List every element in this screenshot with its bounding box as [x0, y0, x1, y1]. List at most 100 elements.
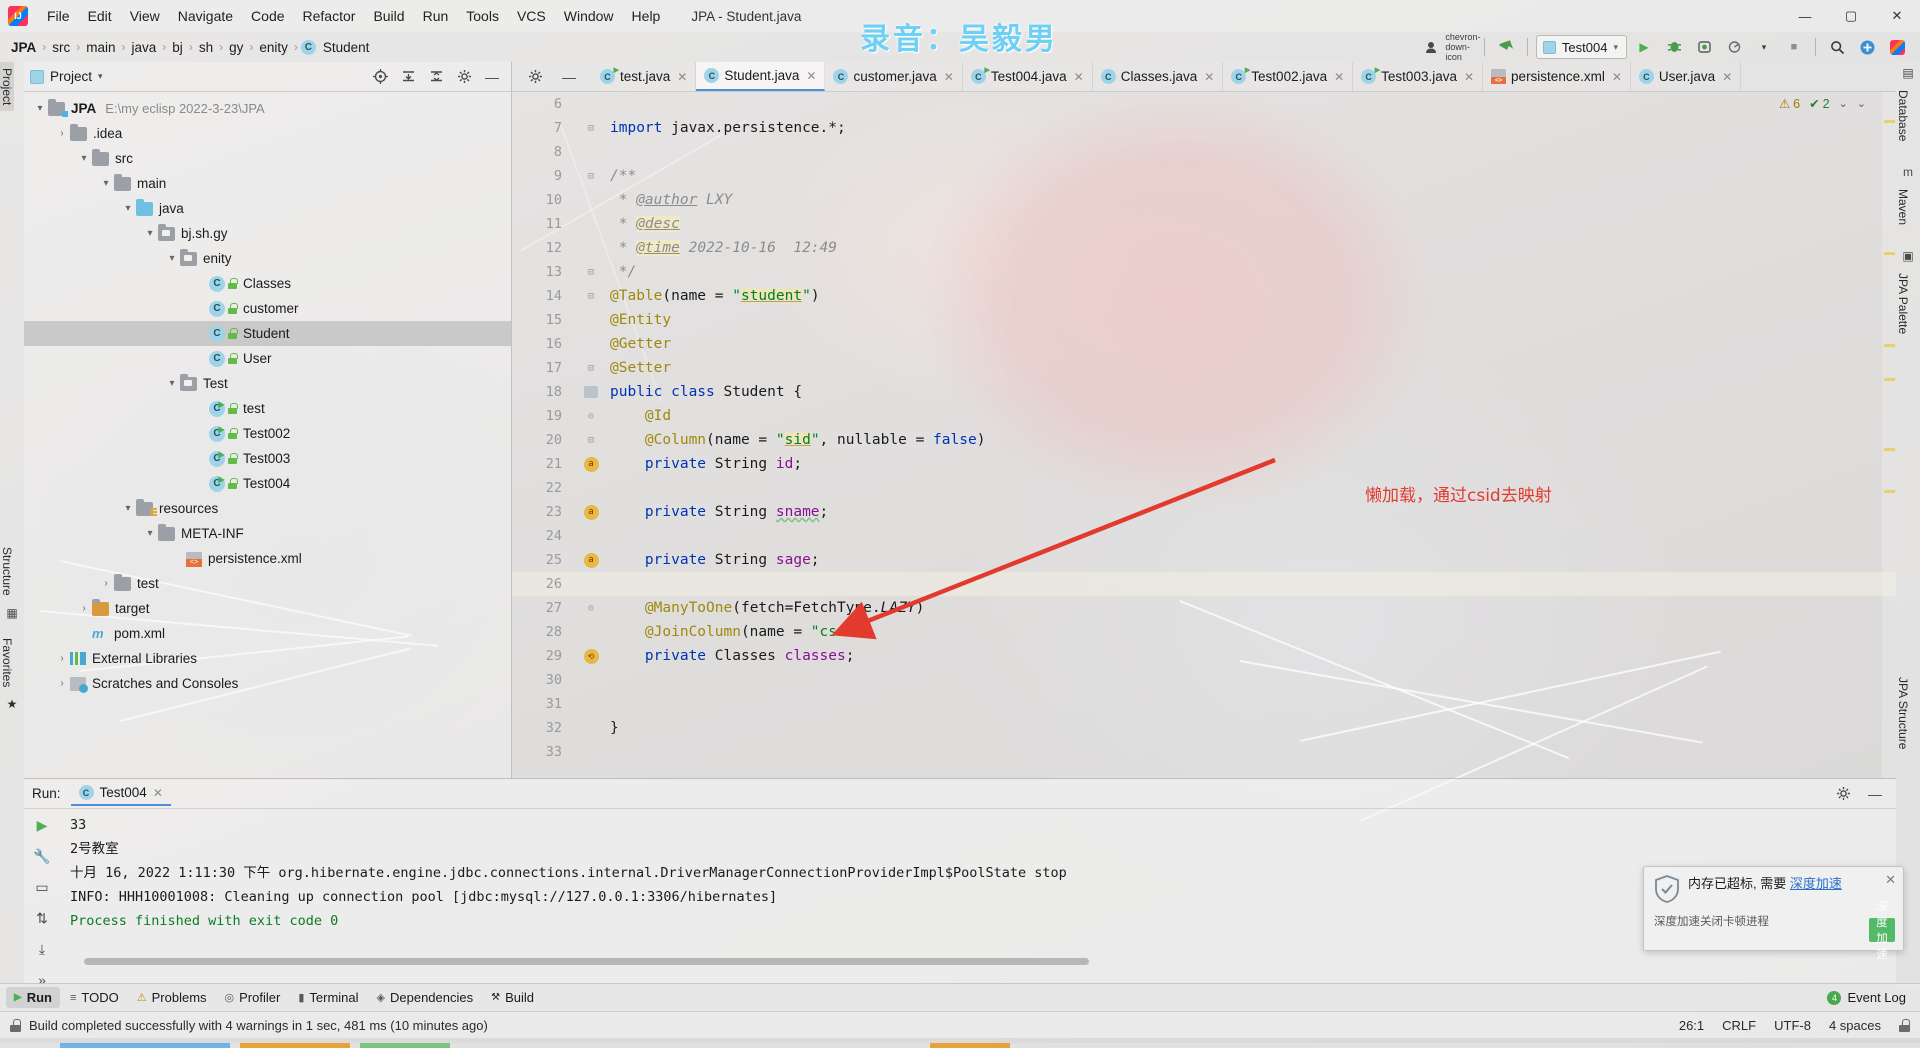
console-horizontal-scrollbar[interactable] — [84, 958, 1864, 965]
code-line[interactable]: 8 — [512, 140, 1896, 164]
maximize-button[interactable]: ▢ — [1828, 1, 1874, 32]
right-tool-rail[interactable]: ▤ Database m Maven ▣ JPA Palette JPA Str… — [1896, 62, 1920, 988]
bottom-tool-bar[interactable]: ▶ Run ≡ TODO ⚠ Problems ◎ Profiler ▮ Ter… — [0, 983, 1920, 1011]
ok-count[interactable]: ✔ 2 — [1809, 96, 1829, 112]
run-button[interactable]: ▶ — [1631, 35, 1657, 59]
editor-tab-classes-java[interactable]: C Classes.java ✕ — [1093, 62, 1224, 91]
bottom-tool-build[interactable]: ⚒ Build — [483, 987, 542, 1008]
editor-tab-student-java[interactable]: C Student.java ✕ — [696, 62, 826, 91]
close-icon[interactable]: ✕ — [944, 70, 954, 84]
chevron-down-icon[interactable]: ⌄ — [1839, 97, 1848, 110]
run-tool-window[interactable]: Run: C Test004 ✕ — ▶ 🔧 ▭ ⇅ ⤓ » 33 2号教室 十… — [24, 778, 1896, 988]
jpa-entity-gutter-icon[interactable] — [572, 386, 610, 398]
code-line[interactable]: 15 @Entity — [512, 308, 1896, 332]
fold-icon[interactable]: ⊝ — [572, 411, 610, 422]
breadcrumb-bj[interactable]: bj — [169, 39, 186, 56]
locate-target-icon[interactable] — [367, 65, 393, 89]
status-right[interactable]: 26:1 CRLF UTF-8 4 spaces — [1679, 1018, 1910, 1033]
close-icon[interactable]: ✕ — [1885, 872, 1896, 888]
tree-node-enity[interactable]: ▾ enity — [24, 246, 511, 271]
close-icon[interactable]: ✕ — [1074, 70, 1084, 84]
bottom-tool-todo[interactable]: ≡ TODO — [62, 987, 127, 1008]
hide-panel-icon[interactable]: — — [479, 65, 505, 89]
indent-setting[interactable]: 4 spaces — [1829, 1018, 1881, 1033]
chevron-down-icon[interactable]: ▾ — [32, 103, 48, 114]
filter-icon[interactable]: ⇅ — [30, 910, 54, 927]
breadcrumb[interactable]: JPA › src › main › java › bj › sh › gy ›… — [8, 39, 372, 56]
status-bar[interactable]: Build completed successfully with 4 warn… — [0, 1011, 1920, 1038]
code-line[interactable]: 20 ⊟ @Column(name = "sid", nullable = fa… — [512, 428, 1896, 452]
ide-icon[interactable] — [1884, 35, 1910, 59]
project-panel-toolbar[interactable]: — — [367, 65, 505, 89]
tree-node-test[interactable]: C ▶ test — [24, 396, 511, 421]
relation-gutter-icon[interactable]: ⟲ — [572, 648, 610, 664]
project-tool-window[interactable]: Project ▾ — ▾ JPA E:\my eclisp 2022-3-23… — [24, 62, 512, 778]
inspection-menu-icon[interactable]: ⌄ — [1857, 97, 1866, 110]
left-tool-rail[interactable]: Project Structure ▦ Favorites ★ — [0, 62, 24, 988]
notification-toast[interactable]: ✕ 内存已超标, 需要 深度加速 深度加速关闭卡顿进程 深度加速 — [1643, 866, 1904, 961]
code-line[interactable]: 31 — [512, 692, 1896, 716]
code-line[interactable]: 28 @JoinColumn(name = "csid") — [512, 620, 1896, 644]
editor-tab-test003-java[interactable]: C Test003.java ✕ — [1353, 62, 1484, 91]
user-icon[interactable] — [1420, 35, 1446, 59]
code-line[interactable]: 33 — [512, 740, 1896, 764]
editor-tab-persistence-xml[interactable]: persistence.xml ✕ — [1483, 62, 1631, 91]
tree-node-resources[interactable]: ▾ resources — [24, 496, 511, 521]
breadcrumb-src[interactable]: src — [49, 39, 73, 56]
breadcrumb-gy[interactable]: gy — [226, 39, 246, 56]
editor-tab-bar[interactable]: — C test.java ✕ C Student.java ✕ C custo… — [512, 62, 1896, 92]
fold-icon[interactable]: ⊟ — [572, 171, 610, 182]
bottom-tool-problems[interactable]: ⚠ Problems — [129, 987, 215, 1008]
close-icon[interactable]: ✕ — [153, 786, 163, 800]
file-encoding[interactable]: UTF-8 — [1774, 1018, 1811, 1033]
tree-node-java[interactable]: ▾ java — [24, 196, 511, 221]
menu-window[interactable]: Window — [555, 4, 623, 28]
rerun-button[interactable]: ▶ — [30, 817, 54, 834]
breadcrumb-student[interactable]: Student — [320, 39, 373, 56]
code-line[interactable]: 23 a private String sname; — [512, 500, 1896, 524]
project-tree[interactable]: ▾ JPA E:\my eclisp 2022-3-23\JPA › .idea… — [24, 92, 511, 778]
attribute-key-gutter-icon[interactable]: a — [572, 456, 610, 472]
code-line[interactable]: 29 ⟲ private Classes classes; — [512, 644, 1896, 668]
breadcrumb-jpa[interactable]: JPA — [8, 39, 39, 56]
tree-node-scratches[interactable]: › Scratches and Consoles — [24, 671, 511, 696]
tree-node-test-folder[interactable]: › test — [24, 571, 511, 596]
rail-item-project[interactable]: Project — [0, 62, 14, 112]
tree-node-test002[interactable]: C ▶ Test002 — [24, 421, 511, 446]
inspection-widget[interactable]: ⚠ 6 ✔ 2 ⌄ ⌄ — [1779, 96, 1866, 112]
chevron-down-icon[interactable]: ▾ — [120, 203, 136, 214]
run-panel-toolbar[interactable]: — — [1830, 782, 1888, 806]
fold-icon[interactable]: ⊟ — [572, 435, 610, 446]
code-line[interactable]: 13 ⊟ */ — [512, 260, 1896, 284]
tree-node-test004[interactable]: C ▶ Test004 — [24, 471, 511, 496]
code-line[interactable]: 30 — [512, 668, 1896, 692]
chevron-right-icon[interactable]: › — [54, 653, 70, 664]
code-line-current[interactable]: 26 — [512, 572, 1896, 596]
tree-node-target[interactable]: › target — [24, 596, 511, 621]
chevron-down-icon[interactable]: ▾ — [142, 528, 158, 539]
tree-node-main[interactable]: ▾ main — [24, 171, 511, 196]
tree-node-bj-sh-gy[interactable]: ▾ bj.sh.gy — [24, 221, 511, 246]
updates-icon[interactable] — [1854, 35, 1880, 59]
close-icon[interactable]: ✕ — [806, 69, 816, 83]
run-with-coverage-button[interactable] — [1691, 35, 1717, 59]
code-line[interactable]: 24 — [512, 524, 1896, 548]
menu-run[interactable]: Run — [414, 4, 458, 28]
editor-tab-user-java[interactable]: C User.java ✕ — [1631, 62, 1742, 91]
wrench-icon[interactable]: 🔧 — [30, 848, 54, 865]
menu-view[interactable]: View — [121, 4, 169, 28]
tree-node-test003[interactable]: C ▶ Test003 — [24, 446, 511, 471]
rail-item-favorites[interactable]: Favorites — [0, 632, 14, 693]
chevron-down-icon[interactable]: ▾ — [1613, 42, 1618, 53]
minimize-button[interactable]: — — [1782, 1, 1828, 32]
close-button[interactable]: ✕ — [1874, 1, 1920, 32]
window-controls[interactable]: — ▢ ✕ — [1782, 1, 1920, 32]
read-only-lock-icon[interactable] — [1899, 1018, 1910, 1032]
tree-node-classes[interactable]: C Classes — [24, 271, 511, 296]
chevron-down-icon[interactable]: ▾ — [76, 153, 92, 164]
chevron-right-icon[interactable]: › — [76, 603, 92, 614]
code-line[interactable]: 19 ⊝ @Id — [512, 404, 1896, 428]
toast-link[interactable]: 深度加速 — [1790, 876, 1842, 891]
code-line[interactable]: 9 ⊟ /** — [512, 164, 1896, 188]
menu-refactor[interactable]: Refactor — [294, 4, 365, 28]
